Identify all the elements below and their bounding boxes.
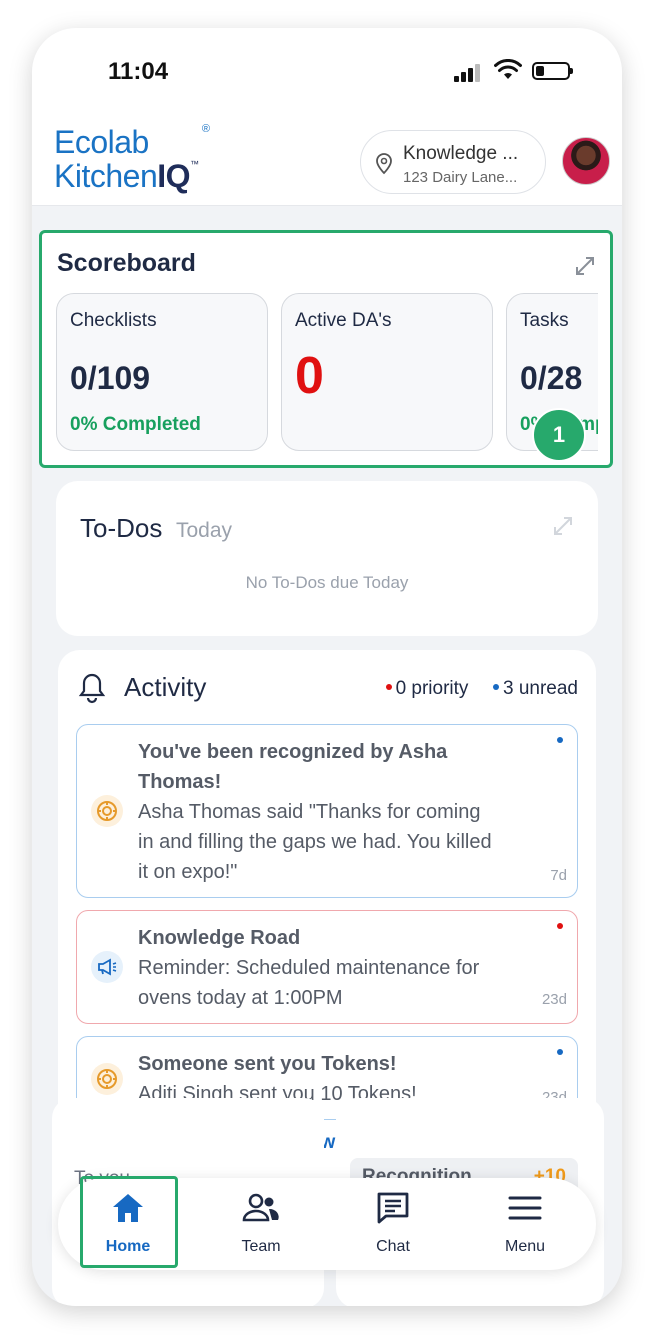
activity-item-title: Knowledge Road bbox=[138, 927, 301, 949]
checklists-card[interactable]: Checklists 0/109 0% Completed bbox=[56, 293, 268, 451]
tab-label: Team bbox=[241, 1238, 281, 1255]
location-pin-icon bbox=[376, 153, 392, 175]
home-icon bbox=[80, 1190, 176, 1226]
unread-count: 3 unread bbox=[502, 678, 578, 699]
tab-team[interactable]: Team bbox=[213, 1178, 309, 1270]
activity-item-body: Reminder: Scheduled maintenance for bbox=[138, 957, 480, 979]
activity-item-announcement[interactable]: Knowledge Road Reminder: Scheduled maint… bbox=[76, 910, 578, 1024]
unread-dot bbox=[492, 684, 499, 691]
phone-frame: 11:04 Ecolab ® KitchenIQ™ Knowledge ... 1… bbox=[32, 28, 622, 1306]
megaphone-icon bbox=[91, 951, 123, 983]
active-das-card[interactable]: Active DA's 0 bbox=[281, 293, 493, 451]
activity-counts: 0 priority 3 unread bbox=[385, 678, 578, 700]
chat-icon bbox=[345, 1190, 441, 1226]
location-name: Knowledge ... bbox=[403, 143, 519, 164]
scoreboard-title: Scoreboard bbox=[57, 249, 196, 277]
tab-menu[interactable]: Menu bbox=[477, 1178, 573, 1270]
scoreboard-cards[interactable]: Checklists 0/109 0% Completed Active DA'… bbox=[56, 293, 598, 453]
activity-item-title: Someone sent you Tokens! bbox=[138, 1053, 397, 1075]
activity-title: Activity bbox=[124, 672, 207, 702]
card-value: 0 bbox=[295, 347, 324, 405]
activity-item-body-2: ovens today at 1:00PM bbox=[138, 987, 343, 1009]
card-status: 0% Completed bbox=[70, 414, 201, 435]
avatar[interactable] bbox=[562, 137, 610, 185]
card-value: 0/109 bbox=[70, 360, 151, 396]
scoreboard-widget[interactable]: Scoreboard Checklists 0/109 0% Completed… bbox=[39, 230, 613, 468]
tab-label: Chat bbox=[376, 1238, 410, 1255]
status-time: 11:04 bbox=[108, 58, 169, 85]
card-title: Checklists bbox=[70, 310, 157, 331]
activity-item-recognition[interactable]: You've been recognized by Asha Thomas! A… bbox=[76, 724, 578, 898]
expand-icon[interactable] bbox=[574, 255, 596, 277]
activity-item-title-cont: Thomas! bbox=[138, 771, 222, 793]
card-title: Tasks bbox=[520, 310, 569, 331]
activity-item-body: Asha Thomas said "Thanks for coming bbox=[138, 801, 481, 823]
bottom-tab-bar: Home Team Chat Menu bbox=[58, 1178, 596, 1270]
token-icon bbox=[91, 795, 123, 827]
card-value: 0/28 bbox=[520, 360, 583, 396]
tab-label: Menu bbox=[504, 1238, 546, 1255]
team-icon bbox=[213, 1190, 309, 1226]
unread-dot bbox=[557, 1049, 563, 1055]
todos-widget[interactable]: To-Dos Today No To-Dos due Today bbox=[56, 481, 598, 636]
priority-count: 0 priority bbox=[395, 678, 469, 699]
activity-item-age: 23d bbox=[541, 991, 567, 1008]
expand-icon[interactable] bbox=[552, 515, 574, 537]
priority-dot bbox=[385, 684, 392, 691]
location-address: 123 Dairy Lane... bbox=[403, 169, 518, 186]
tab-label: Home bbox=[105, 1238, 151, 1255]
menu-icon bbox=[477, 1190, 573, 1226]
wifi-icon bbox=[494, 59, 522, 79]
tab-chat[interactable]: Chat bbox=[345, 1178, 441, 1270]
token-icon bbox=[91, 1063, 123, 1095]
todos-subtitle: Today bbox=[176, 519, 233, 542]
activity-item-title: You've been recognized by Asha bbox=[138, 741, 448, 763]
battery-icon bbox=[532, 62, 573, 80]
todos-empty-message: No To-Dos due Today bbox=[245, 573, 409, 592]
tab-home[interactable]: Home bbox=[80, 1178, 176, 1270]
unread-dot bbox=[557, 737, 563, 743]
step-badge: 1 bbox=[532, 408, 586, 462]
activity-item-age: 7d bbox=[550, 867, 567, 884]
activity-item-body-3: it on expo!" bbox=[138, 861, 238, 883]
location-selector[interactable]: Knowledge ... 123 Dairy Lane... bbox=[360, 130, 546, 194]
priority-dot bbox=[557, 923, 563, 929]
app-logo: Ecolab ® KitchenIQ™ bbox=[54, 123, 210, 194]
cell-signal-icon bbox=[454, 64, 480, 82]
bell-icon bbox=[78, 673, 106, 704]
todos-title: To-Dos bbox=[80, 513, 163, 543]
activity-item-body-2: in and filling the gaps we had. You kill… bbox=[138, 831, 492, 853]
top-header: 11:04 Ecolab ® KitchenIQ™ Knowledge ... 1… bbox=[32, 28, 622, 206]
card-title: Active DA's bbox=[295, 310, 392, 331]
